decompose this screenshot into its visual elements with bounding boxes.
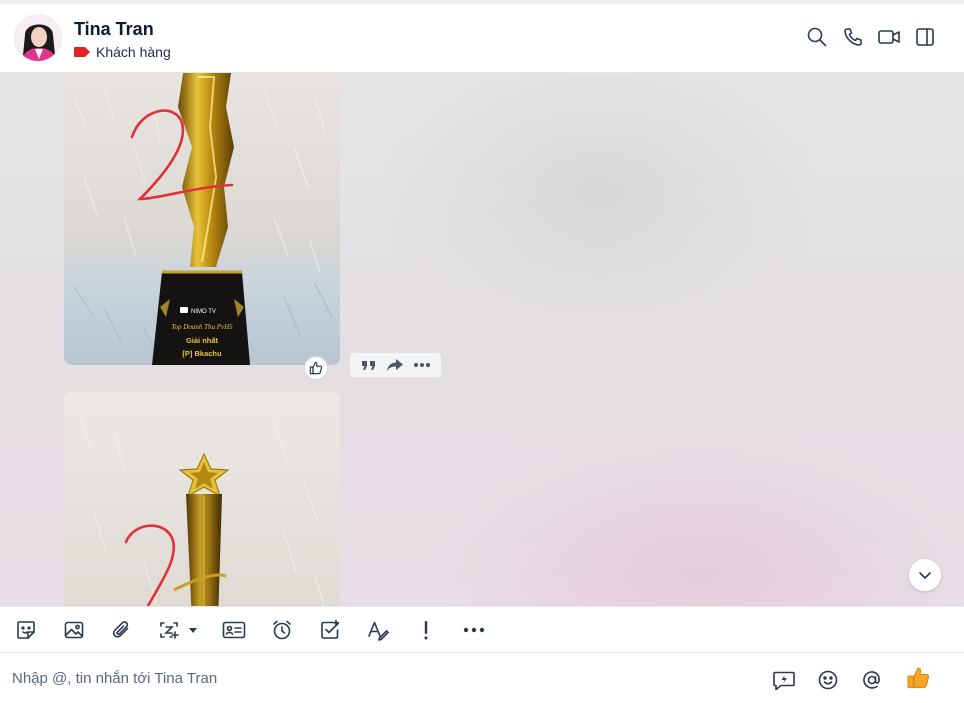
chevron-down-icon <box>919 572 931 579</box>
text-format-icon[interactable] <box>365 617 391 643</box>
thumbs-up-icon[interactable] <box>905 665 931 691</box>
composer-toolbar <box>0 606 964 653</box>
phone-icon[interactable] <box>841 25 865 49</box>
scroll-to-bottom-button[interactable] <box>909 559 941 591</box>
contact-tag[interactable]: Khách hàng <box>74 44 171 60</box>
trophy-line3: [P] Bkachu <box>182 349 222 358</box>
message-composer <box>0 653 964 703</box>
tag-label-icon <box>74 47 90 57</box>
trophy-brand: NIMO TV <box>191 309 216 315</box>
sidebar-toggle-icon[interactable] <box>913 25 937 49</box>
mention-icon[interactable] <box>859 667 885 693</box>
chat-header: Tina Tran Khách hàng <box>0 4 964 73</box>
message-actions-bar <box>350 353 441 377</box>
screenshot-icon[interactable] <box>157 617 203 643</box>
urgent-icon[interactable] <box>413 617 439 643</box>
video-call-icon[interactable] <box>877 25 901 49</box>
task-icon[interactable] <box>317 617 343 643</box>
contact-card-icon[interactable] <box>221 617 247 643</box>
more-icon[interactable] <box>461 617 487 643</box>
image-icon[interactable] <box>61 617 87 643</box>
trophy-line1: Top Doanh Thu PvH5 <box>171 323 233 331</box>
thumbs-up-outline-icon <box>309 361 323 375</box>
message-image[interactable]: NIMO TV Top Doanh Thu PvH5 Giải nhất [P]… <box>64 73 340 365</box>
forward-icon[interactable] <box>384 355 406 375</box>
emoji-icon[interactable] <box>815 667 841 693</box>
avatar[interactable] <box>14 14 62 62</box>
trophy-line2: Giải nhất <box>186 336 219 345</box>
message-image[interactable] <box>64 392 340 606</box>
more-icon[interactable] <box>411 355 433 375</box>
contact-name[interactable]: Tina Tran <box>74 19 154 40</box>
quick-message-icon[interactable] <box>771 667 797 693</box>
chat-message-area[interactable]: NIMO TV Top Doanh Thu PvH5 Giải nhất [P]… <box>0 73 964 606</box>
attachment-icon[interactable] <box>109 617 135 643</box>
contact-tag-label: Khách hàng <box>96 44 171 60</box>
quote-icon[interactable] <box>358 355 380 375</box>
message-input[interactable] <box>12 665 712 691</box>
search-icon[interactable] <box>805 25 829 49</box>
reaction-button[interactable] <box>304 356 328 380</box>
sticker-icon[interactable] <box>13 617 39 643</box>
reminder-icon[interactable] <box>269 617 295 643</box>
